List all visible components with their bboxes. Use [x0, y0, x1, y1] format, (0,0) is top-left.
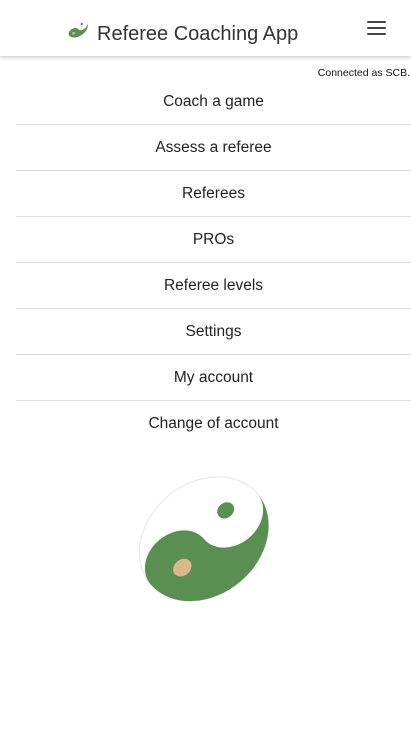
app-header: Referee Coaching App: [0, 0, 411, 56]
menu-item-label: Referees: [182, 184, 245, 202]
menu-item-coach-a-game[interactable]: Coach a game: [16, 79, 411, 125]
menu-item-referee-levels[interactable]: Referee levels: [16, 263, 411, 309]
hamburger-menu-icon[interactable]: [365, 17, 389, 39]
menu-item-label: PROs: [192, 230, 235, 248]
main-menu: Coach a game Assess a referee Referees P…: [16, 79, 411, 446]
menu-bar-top: [367, 21, 386, 23]
menu-item-referees[interactable]: Referees: [16, 171, 411, 217]
menu-item-label: Change of account: [148, 414, 279, 432]
menu-item-my-account[interactable]: My account: [16, 355, 411, 401]
menu-item-settings[interactable]: Settings: [16, 309, 411, 355]
menu-item-label: Referee levels: [163, 276, 264, 294]
yin-yang-logo-icon: [68, 22, 88, 38]
menu-item-change-of-account[interactable]: Change of account: [16, 401, 411, 446]
yin-yang-emblem-icon: [138, 476, 270, 602]
menu-item-label: Assess a referee: [155, 138, 272, 156]
menu-item-label: My account: [173, 368, 254, 386]
menu-item-label: Settings: [185, 322, 242, 340]
menu-item-pros[interactable]: PROs: [16, 217, 411, 263]
menu-bar-bottom: [367, 33, 386, 35]
app-title: Referee Coaching App: [97, 23, 299, 45]
menu-item-assess-a-referee[interactable]: Assess a referee: [16, 125, 411, 171]
menu-item-label: Coach a game: [163, 92, 264, 110]
menu-bar-middle: [367, 27, 386, 29]
